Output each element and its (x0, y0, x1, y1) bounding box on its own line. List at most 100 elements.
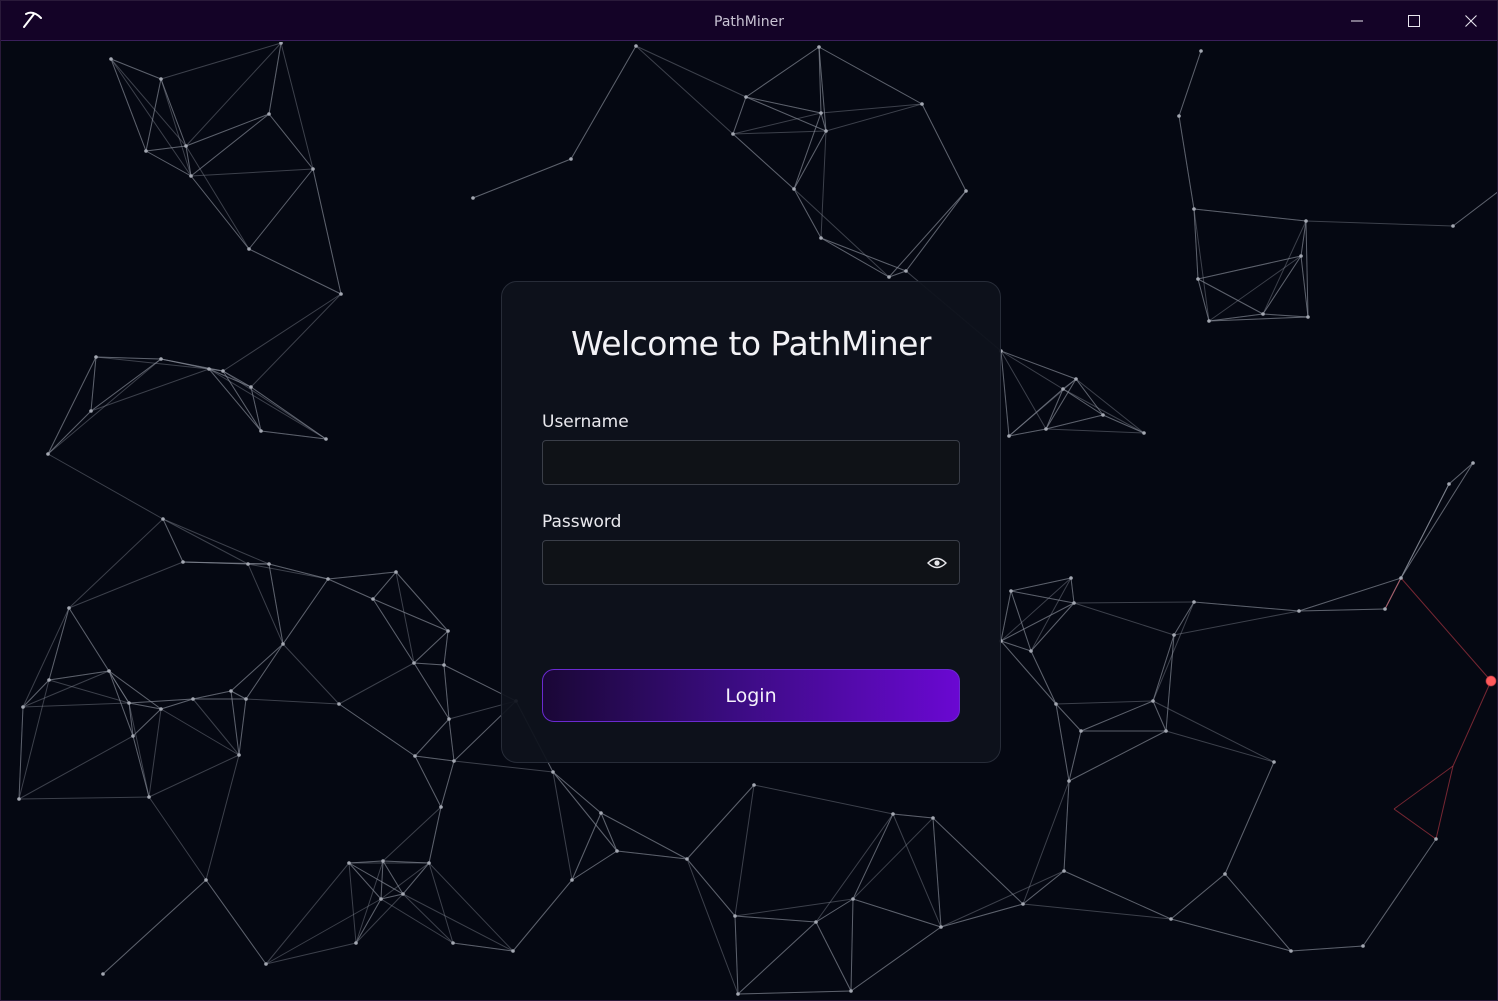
network-edge (190, 168, 314, 177)
network-node (551, 770, 555, 774)
username-input[interactable] (543, 441, 959, 484)
network-node (1207, 319, 1211, 323)
network-edge (185, 145, 250, 250)
network-node (89, 409, 93, 413)
network-node (229, 689, 233, 693)
network-node (599, 811, 603, 815)
network-node (1299, 254, 1303, 258)
network-edge (732, 96, 747, 135)
maximize-button[interactable] (1386, 1, 1442, 41)
minimize-button[interactable] (1329, 1, 1385, 41)
network-edge (208, 368, 252, 388)
network-edge (1152, 601, 1195, 702)
network-node (1101, 413, 1105, 417)
network-node (347, 861, 351, 865)
network-edge (247, 563, 329, 580)
network-node (442, 663, 446, 667)
network-edge (102, 879, 207, 975)
network-node (339, 292, 343, 296)
network-node (189, 174, 193, 178)
network-edge (616, 850, 688, 860)
network-edge (414, 755, 442, 808)
network-node (451, 941, 455, 945)
network-node (1142, 431, 1146, 435)
network-edge (90, 358, 162, 412)
network-node (920, 102, 924, 106)
minimize-icon (1351, 20, 1363, 22)
close-icon (1465, 15, 1477, 27)
network-edge (686, 784, 755, 860)
network-edge (22, 670, 110, 708)
network-edge (245, 698, 340, 705)
network-edge (395, 571, 449, 632)
network-node (1067, 779, 1071, 783)
network-edge (413, 630, 449, 664)
network-edge (1070, 577, 1075, 604)
network-edge (734, 915, 739, 995)
network-edge (402, 862, 430, 895)
network-edge (818, 46, 923, 105)
network-edge (160, 78, 187, 147)
network-node (427, 861, 431, 865)
network-edge (600, 812, 688, 860)
network-edge (268, 563, 329, 580)
network-node (326, 577, 330, 581)
network-node (1434, 837, 1438, 841)
network-edge (282, 578, 329, 645)
network-edge (428, 806, 442, 864)
network-edge (230, 690, 247, 700)
network-edge (148, 708, 162, 798)
network-edge (338, 703, 416, 757)
network-node (144, 149, 148, 153)
network-node (1169, 917, 1173, 921)
network-node (249, 385, 253, 389)
network-edge (47, 358, 162, 455)
network-edge (222, 370, 262, 432)
network-edge (1452, 191, 1497, 227)
network-edge (940, 903, 1024, 928)
network-edge (1055, 700, 1154, 705)
network-node (819, 111, 823, 115)
network-node (1451, 224, 1455, 228)
network-edge (1193, 601, 1300, 612)
network-node (1054, 702, 1058, 706)
network-edge (1010, 590, 1075, 604)
network-edge (90, 368, 210, 412)
network-edge (820, 237, 907, 272)
network-node (1306, 315, 1310, 319)
login-button[interactable]: Login (542, 669, 960, 722)
network-edge (1062, 388, 1104, 416)
network-node (733, 914, 737, 918)
network-node (159, 357, 163, 361)
network-edge (1045, 388, 1064, 430)
network-edge (148, 754, 240, 798)
network-edge (160, 708, 240, 756)
network-node (1261, 312, 1265, 316)
password-input[interactable] (543, 541, 959, 584)
network-edge (793, 188, 822, 239)
network-node (1007, 434, 1011, 438)
network-node (221, 369, 225, 373)
network-node (1383, 607, 1387, 611)
network-edge (282, 643, 340, 705)
network-edge (145, 145, 187, 152)
network-edge (443, 664, 450, 720)
network-node (731, 132, 735, 136)
eye-icon[interactable] (927, 554, 947, 572)
network-edge (793, 130, 827, 190)
network-edge (208, 368, 327, 440)
network-node (446, 629, 450, 633)
password-field-box (542, 540, 960, 585)
network-edge (888, 190, 967, 278)
network-node (1029, 649, 1033, 653)
network-edge (1152, 700, 1167, 732)
network-edge (753, 784, 894, 815)
close-button[interactable] (1443, 1, 1497, 41)
network-node (17, 797, 21, 801)
title-bar[interactable]: PathMiner (1, 1, 1497, 41)
network-node (752, 783, 756, 787)
network-edge (185, 113, 270, 147)
network-edge (192, 690, 232, 700)
network-edge (1080, 700, 1154, 732)
network-edge (1178, 50, 1202, 117)
